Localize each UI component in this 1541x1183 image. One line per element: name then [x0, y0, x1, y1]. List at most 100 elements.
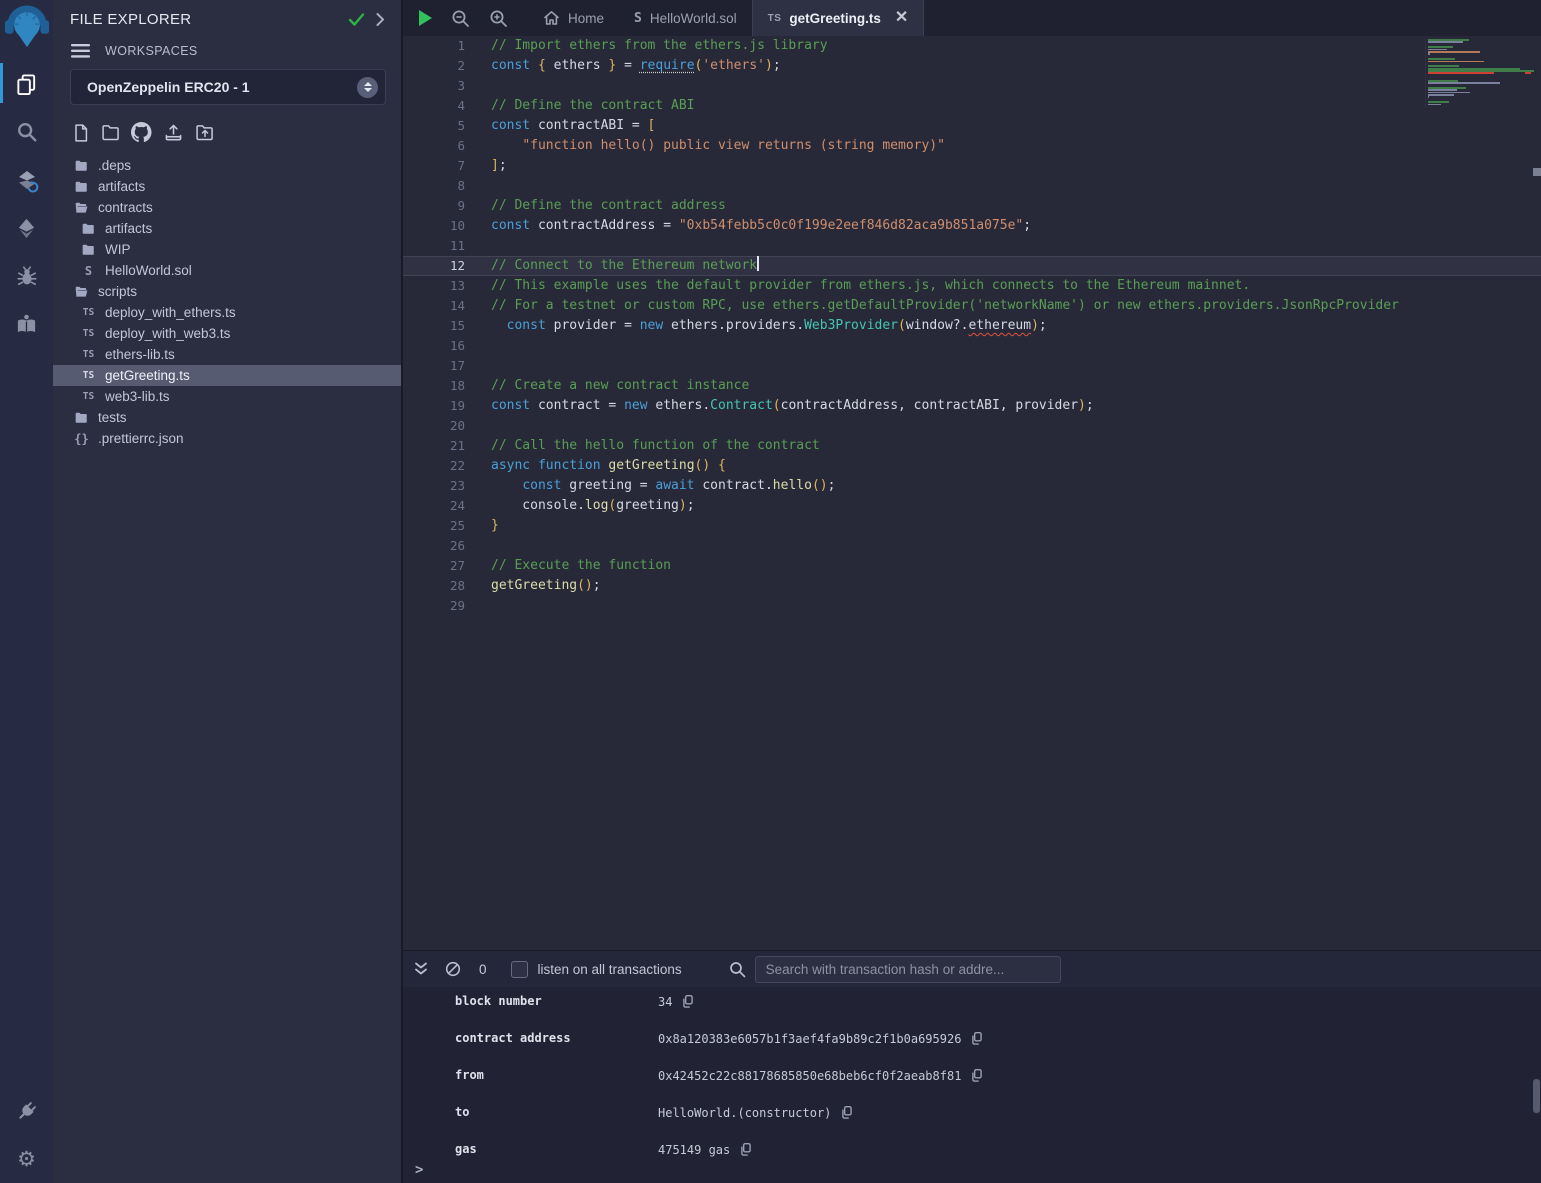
code-editor[interactable]: 1// Import ethers from the ethers.js lib…	[403, 36, 1541, 950]
line-number: 29	[403, 596, 465, 616]
code-text: // Create a new contract instance	[465, 376, 749, 396]
new-file-icon[interactable]	[71, 123, 91, 143]
code-line-23[interactable]: 23 const greeting = await contract.hello…	[403, 476, 1541, 496]
code-line-12[interactable]: 12// Connect to the Ethereum network	[403, 256, 1541, 276]
code-line-19[interactable]: 19const contract = new ethers.Contract(c…	[403, 396, 1541, 416]
tree-item-artifacts[interactable]: artifacts	[53, 176, 401, 197]
upload-file-icon[interactable]	[162, 123, 185, 143]
code-line-8[interactable]: 8	[403, 176, 1541, 196]
code-line-24[interactable]: 24 console.log(greeting);	[403, 496, 1541, 516]
tab-home[interactable]: Home	[528, 0, 619, 36]
code-line-4[interactable]: 4// Define the contract ABI	[403, 96, 1541, 116]
code-line-20[interactable]: 20	[403, 416, 1541, 436]
listen-transactions-checkbox[interactable]	[511, 961, 528, 978]
run-script-button[interactable]	[419, 10, 432, 26]
minimap[interactable]	[1425, 39, 1533, 108]
code-text	[465, 336, 491, 356]
file-explorer-icon[interactable]	[0, 60, 53, 108]
debugger-icon[interactable]	[0, 252, 53, 300]
tree-item-deploy-with-ethers-ts[interactable]: TSdeploy_with_ethers.ts	[53, 302, 401, 323]
code-line-10[interactable]: 10const contractAddress = "0xb54febb5c0c…	[403, 216, 1541, 236]
remix-logo-icon[interactable]	[0, 0, 53, 54]
tree-item-deploy-with-web3-ts[interactable]: TSdeploy_with_web3.ts	[53, 323, 401, 344]
check-icon[interactable]	[348, 12, 365, 27]
code-line-16[interactable]: 16	[403, 336, 1541, 356]
collapse-terminal-icon[interactable]	[414, 962, 428, 976]
tree-item-contracts[interactable]: contracts	[53, 197, 401, 218]
code-text: ];	[465, 156, 507, 176]
tree-item-label: deploy_with_web3.ts	[105, 326, 230, 341]
tree-item-wip[interactable]: WIP	[53, 239, 401, 260]
search-icon[interactable]	[0, 108, 53, 156]
file-explorer-toolbar	[53, 105, 401, 152]
tree-item-artifacts[interactable]: artifacts	[53, 218, 401, 239]
copy-icon[interactable]	[739, 1142, 753, 1157]
activity-bar: ⚙	[0, 0, 53, 1183]
code-line-11[interactable]: 11	[403, 236, 1541, 256]
clear-console-icon[interactable]	[445, 961, 461, 977]
deploy-run-icon[interactable]	[0, 204, 53, 252]
listen-transactions-label[interactable]: listen on all transactions	[538, 962, 682, 977]
zoom-out-icon[interactable]	[451, 9, 470, 28]
tree-item-ethers-lib-ts[interactable]: TSethers-lib.ts	[53, 344, 401, 365]
tab-helloworld-sol[interactable]: S HelloWorld.sol	[619, 0, 752, 36]
copy-icon[interactable]	[970, 1031, 984, 1046]
code-line-6[interactable]: 6 "function hello() public view returns …	[403, 136, 1541, 156]
folder-open-icon	[73, 201, 90, 215]
workspaces-row: WORKSPACES	[53, 32, 401, 60]
code-line-15[interactable]: 15 const provider = new ethers.providers…	[403, 316, 1541, 336]
zoom-in-icon[interactable]	[489, 9, 508, 28]
workspace-stepper-icon[interactable]	[357, 77, 378, 98]
tree-item-helloworld-sol[interactable]: SHelloWorld.sol	[53, 260, 401, 281]
terminal-search-input[interactable]	[755, 956, 1061, 983]
code-text: const contractAddress = "0xb54febb5c0c0f…	[465, 216, 1031, 236]
code-line-2[interactable]: 2const { ethers } = require('ethers');	[403, 56, 1541, 76]
tree-item-tests[interactable]: tests	[53, 407, 401, 428]
code-line-3[interactable]: 3	[403, 76, 1541, 96]
learneth-icon[interactable]	[0, 300, 53, 348]
code-line-14[interactable]: 14// For a testnet or custom RPC, use et…	[403, 296, 1541, 316]
code-line-18[interactable]: 18// Create a new contract instance	[403, 376, 1541, 396]
tree-item-getgreeting-ts[interactable]: TSgetGreeting.ts	[53, 365, 401, 386]
code-line-25[interactable]: 25}	[403, 516, 1541, 536]
code-line-1[interactable]: 1// Import ethers from the ethers.js lib…	[403, 36, 1541, 56]
code-line-22[interactable]: 22async function getGreeting() {	[403, 456, 1541, 476]
solidity-compiler-icon[interactable]	[0, 156, 53, 204]
code-line-7[interactable]: 7];	[403, 156, 1541, 176]
tree-item--prettierrc-json[interactable]: {}.prettierrc.json	[53, 428, 401, 449]
tree-item-scripts[interactable]: scripts	[53, 281, 401, 302]
code-line-9[interactable]: 9// Define the contract address	[403, 196, 1541, 216]
copy-icon[interactable]	[840, 1105, 854, 1120]
code-line-13[interactable]: 13// This example uses the default provi…	[403, 276, 1541, 296]
tree-item-web3-lib-ts[interactable]: TSweb3-lib.ts	[53, 386, 401, 407]
code-line-21[interactable]: 21// Call the hello function of the cont…	[403, 436, 1541, 456]
code-line-26[interactable]: 26	[403, 536, 1541, 556]
code-line-29[interactable]: 29	[403, 596, 1541, 616]
terminal-row-from: from0x42452c22c88178685850e68beb6cf0f2ae…	[403, 1061, 1541, 1098]
chevron-right-icon[interactable]	[375, 12, 385, 27]
plugin-manager-icon[interactable]	[0, 1087, 53, 1135]
code-line-17[interactable]: 17	[403, 356, 1541, 376]
code-line-5[interactable]: 5const contractABI = [	[403, 116, 1541, 136]
code-text: const { ethers } = require('ethers');	[465, 56, 781, 76]
code-line-27[interactable]: 27// Execute the function	[403, 556, 1541, 576]
line-number: 24	[403, 496, 465, 516]
line-number: 20	[403, 416, 465, 436]
terminal-row-value: 34	[658, 994, 695, 1009]
copy-icon[interactable]	[681, 994, 695, 1009]
code-line-28[interactable]: 28getGreeting();	[403, 576, 1541, 596]
new-folder-icon[interactable]	[100, 123, 122, 143]
hamburger-icon[interactable]	[71, 44, 90, 58]
tab-getgreeting-ts[interactable]: TS getGreeting.ts ✕	[752, 0, 925, 36]
settings-icon[interactable]: ⚙	[0, 1135, 53, 1183]
clone-github-icon[interactable]	[131, 122, 153, 144]
tree-item--deps[interactable]: .deps	[53, 155, 401, 176]
line-number: 7	[403, 156, 465, 176]
copy-icon[interactable]	[970, 1068, 984, 1083]
tree-item-label: .prettierrc.json	[98, 431, 184, 446]
workspace-select[interactable]: OpenZeppelin ERC20 - 1	[70, 69, 386, 105]
code-text: const greeting = await contract.hello();	[465, 476, 835, 496]
upload-folder-icon[interactable]	[194, 123, 216, 143]
terminal-scrollbar-thumb[interactable]	[1533, 1079, 1540, 1113]
close-tab-icon[interactable]: ✕	[895, 10, 908, 26]
